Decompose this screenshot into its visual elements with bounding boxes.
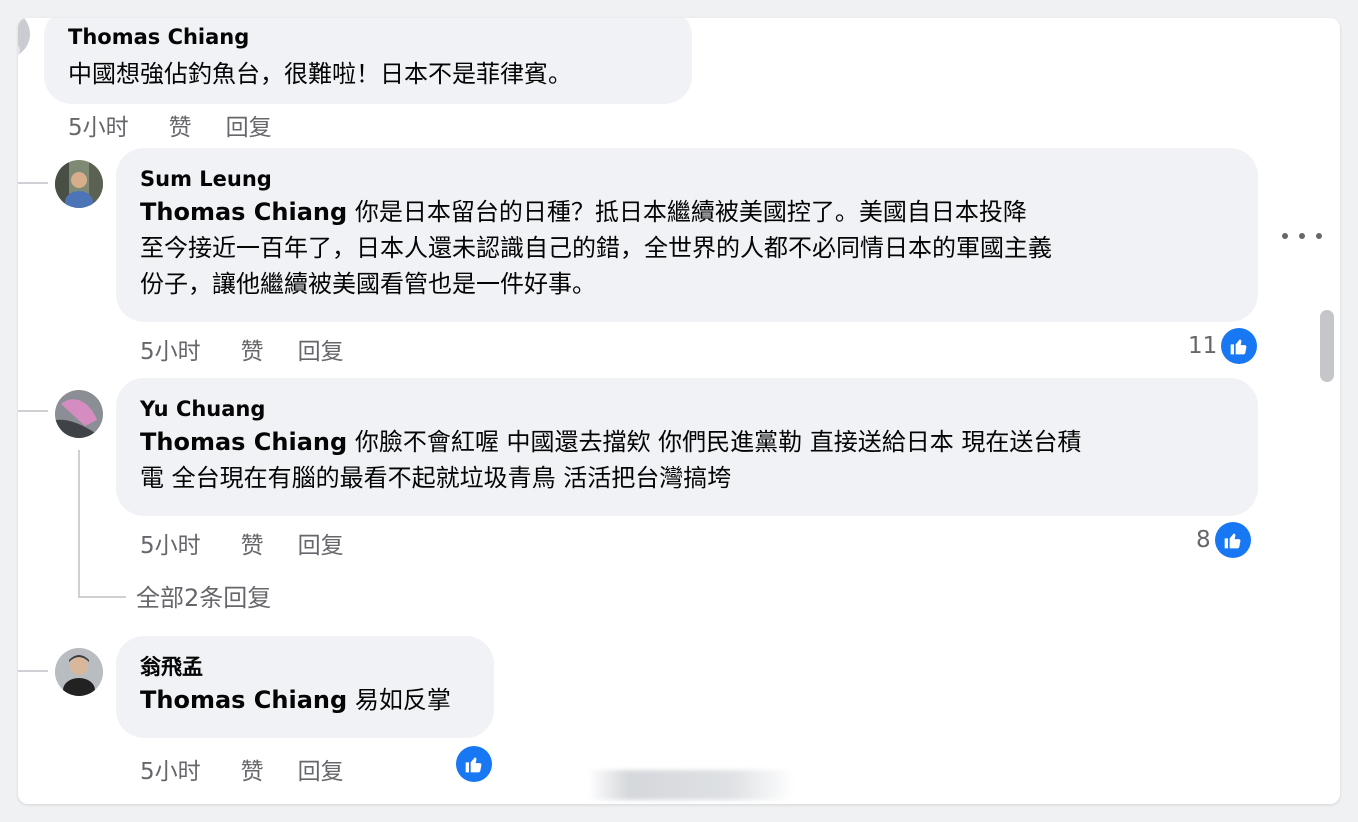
reaction-count: 11 bbox=[1188, 333, 1218, 359]
comment-bubble: Thomas Chiang 中國想強佔釣魚台，很難啦！日本不是菲律賓。 bbox=[44, 18, 692, 104]
comment-text: Thomas Chiang 你是日本留台的日種？抵日本繼續被美國控了。美國自日本… bbox=[140, 194, 1234, 302]
comment-author[interactable]: Sum Leung bbox=[140, 166, 1234, 192]
thread-connector bbox=[18, 670, 48, 672]
comment-author[interactable]: Thomas Chiang bbox=[68, 24, 668, 50]
view-replies-link[interactable]: 全部2条回复 bbox=[136, 578, 271, 613]
avatar[interactable] bbox=[55, 160, 103, 208]
comment-text-line: 你臉不會紅喔 中國還去擋欸 你們民進黨勒 直接送給日本 現在送台積 bbox=[347, 428, 1082, 456]
reply-button[interactable]: 回复 bbox=[298, 332, 344, 366]
thumbs-up-icon bbox=[1214, 522, 1251, 558]
like-button[interactable]: 赞 bbox=[169, 108, 192, 142]
mention-link[interactable]: Thomas Chiang bbox=[140, 686, 347, 714]
thread-connector bbox=[18, 410, 48, 412]
reply-button[interactable]: 回复 bbox=[298, 526, 344, 560]
comment-author[interactable]: 翁飛孟 bbox=[140, 654, 470, 680]
comment-text-line: 電 全台現在有腦的最看不起就垃圾青鳥 活活把台灣搞垮 bbox=[140, 464, 732, 492]
mention-link[interactable]: Thomas Chiang bbox=[140, 428, 347, 456]
avatar[interactable] bbox=[55, 390, 103, 438]
more-options-icon[interactable] bbox=[1282, 226, 1322, 246]
reaction-summary[interactable]: 8 bbox=[1196, 522, 1251, 558]
comment-time[interactable]: 5小时 bbox=[140, 752, 201, 786]
comment-author[interactable]: Yu Chuang bbox=[140, 396, 1234, 422]
comment-text: Thomas Chiang 易如反掌 bbox=[140, 682, 470, 718]
comment-text-line: 份子，讓他繼續被美國看管也是一件好事。 bbox=[140, 270, 596, 298]
like-button[interactable]: 赞 bbox=[241, 526, 264, 560]
like-button[interactable]: 赞 bbox=[241, 752, 264, 786]
comment-text-line: 至今接近一百年了，日本人還未認識自己的錯，全世界的人都不必同情日本的軍國主義 bbox=[140, 234, 1052, 262]
comment-bubble: Sum Leung Thomas Chiang 你是日本留台的日種？抵日本繼續被… bbox=[116, 148, 1258, 322]
reply-button[interactable]: 回复 bbox=[226, 108, 272, 142]
avatar[interactable] bbox=[18, 18, 30, 58]
comments-panel: Thomas Chiang 中國想強佔釣魚台，很難啦！日本不是菲律賓。 5小时 … bbox=[18, 18, 1340, 804]
reaction-summary[interactable]: 11 bbox=[1188, 328, 1258, 364]
comment-text-line: 你是日本留台的日種？抵日本繼續被美國控了。美國自日本投降 bbox=[347, 198, 1027, 226]
comment-meta: 5小时 赞 回复 bbox=[140, 332, 344, 366]
comment-bubble: 翁飛孟 Thomas Chiang 易如反掌 bbox=[116, 636, 494, 738]
reply-button[interactable]: 回复 bbox=[298, 752, 344, 786]
reaction-count: 8 bbox=[1196, 527, 1211, 553]
comment-time[interactable]: 5小时 bbox=[140, 526, 201, 560]
watermark bbox=[588, 770, 794, 800]
scrollbar-thumb[interactable] bbox=[1320, 310, 1334, 382]
comment-time[interactable]: 5小时 bbox=[140, 332, 201, 366]
comment-text-line: 易如反掌 bbox=[347, 686, 451, 714]
comment-text: Thomas Chiang 你臉不會紅喔 中國還去擋欸 你們民進黨勒 直接送給日… bbox=[140, 424, 1234, 496]
thumbs-up-icon bbox=[456, 746, 492, 782]
mention-link[interactable]: Thomas Chiang bbox=[140, 198, 347, 226]
avatar[interactable] bbox=[55, 648, 103, 696]
reaction-summary[interactable] bbox=[456, 746, 492, 782]
replies-thread-line bbox=[78, 596, 126, 598]
comment-meta: 5小时 赞 回复 bbox=[140, 526, 344, 560]
comment-meta: 5小时 赞 回复 bbox=[140, 752, 344, 786]
comment-text: 中國想強佔釣魚台，很難啦！日本不是菲律賓。 bbox=[68, 60, 572, 88]
thread-connector bbox=[18, 182, 48, 184]
comment-time[interactable]: 5小时 bbox=[68, 108, 129, 142]
thumbs-up-icon bbox=[1221, 328, 1258, 364]
comment-bubble: Yu Chuang Thomas Chiang 你臉不會紅喔 中國還去擋欸 你們… bbox=[116, 378, 1258, 516]
comment-meta: 5小时 赞 回复 bbox=[68, 108, 272, 142]
replies-thread-line bbox=[78, 450, 80, 598]
like-button[interactable]: 赞 bbox=[241, 332, 264, 366]
